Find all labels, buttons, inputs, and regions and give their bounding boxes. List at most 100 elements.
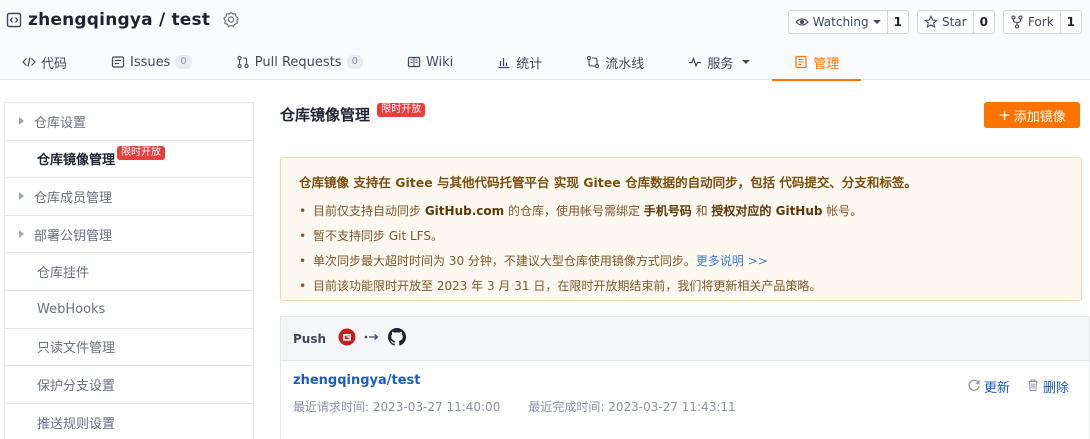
tab-stats[interactable]: 统计 [475,44,564,80]
notice-bold: GitHub.com [424,204,505,218]
delete-mirror-button[interactable]: 删除 [1026,377,1069,396]
sidebar-item-mirror-management[interactable]: 仓库镜像管理 限时开放 [5,141,253,179]
fork-button[interactable]: Fork [1004,11,1060,33]
sidebar-item-push-rules[interactable]: 推送规则设置 [5,404,253,439]
star-button-group[interactable]: Star 0 [916,10,995,34]
notice-lead: 仓库镜像 支持在 Gitee 与其他代码托管平台 实现 Gitee 仓库数据的自… [299,175,917,190]
sidebar-item-readonly-files[interactable]: 只读文件管理 [5,329,253,367]
notice-bold: 授权对应的 GitHub [711,204,823,218]
last-request-value: 2023-03-27 11:40:00 [372,400,501,414]
tab-issues-label: Issues [130,54,171,70]
update-label: 更新 [983,381,1010,396]
notice-list: 目前仅支持自动同步 GitHub.com 的仓库，使用帐号需绑定 手机号码 和 … [299,199,1063,299]
sidebar-item-widgets[interactable]: 仓库挂件 [5,253,253,291]
sidebar-item-protected-branches[interactable]: 保护分支设置 [5,366,253,404]
tab-service[interactable]: 服务 [666,44,772,80]
sidebar-item-label: 仓库挂件 [37,266,90,282]
settings-sidebar: 仓库设置 仓库镜像管理 限时开放 仓库成员管理 部署公钥管理 仓库挂件 WebH… [4,102,254,439]
watch-label: Watching [812,15,869,29]
tab-manage-label: 管理 [813,56,840,72]
fork-count[interactable]: 1 [1059,11,1081,33]
tab-stats-label: 统计 [516,56,543,72]
tab-pipeline[interactable]: 流水线 [564,44,666,80]
more-info-link[interactable]: 更多说明 >> [696,254,768,268]
pull-request-icon [236,55,250,69]
recommended-badge-icon[interactable] [222,11,240,29]
add-mirror-label: 添加镜像 [1013,109,1066,125]
watch-button[interactable]: Watching [789,11,887,33]
eye-icon [794,15,809,29]
watch-button-group[interactable]: Watching 1 [787,10,909,34]
add-mirror-button[interactable]: + 添加镜像 [984,102,1080,128]
code-icon [22,55,36,69]
tab-wiki-label: Wiki [425,54,454,70]
sidebar-item-label: 只读文件管理 [37,341,116,357]
trash-icon [1026,378,1040,396]
mirror-notice: 仓库镜像 支持在 Gitee 与其他代码托管平台 实现 Gitee 仓库数据的自… [280,157,1082,301]
caret-right-icon [19,230,24,239]
delete-label: 删除 [1042,381,1069,396]
tab-pull-requests[interactable]: Pull Requests 0 [214,44,385,80]
chevron-down-icon [742,60,751,64]
wiki-icon [407,55,421,69]
notice-text: 目前该功能限时开放至 2023 年 3 月 31 日，在限时开放期结束前，我们将… [313,279,822,293]
limited-open-badge: 限时开放 [117,145,166,160]
stats-icon [497,55,511,69]
sidebar-item-label: 仓库成员管理 [34,190,113,206]
mirror-repo-link[interactable]: zhengqingya/test [293,373,1077,388]
tab-manage[interactable]: 管理 [772,44,862,81]
notice-bold: 手机号码 [643,204,692,218]
notice-text: 帐号。 [822,204,863,218]
chevron-down-icon [872,20,881,24]
last-done-label: 最近完成时间: [528,400,605,414]
arrow-right-icon [364,331,380,346]
sidebar-item-label: 仓库镜像管理 [37,153,116,169]
notice-item: 目前该功能限时开放至 2023 年 3 月 31 日，在限时开放期结束前，我们将… [299,274,1063,299]
tab-issues[interactable]: Issues 0 [89,44,214,80]
tab-pull-requests-label: Pull Requests [254,54,342,70]
star-button[interactable]: Star [918,11,973,33]
sidebar-item-label: 部署公钥管理 [34,228,113,244]
gitee-logo-icon [338,328,356,350]
sidebar-item-repo-settings[interactable]: 仓库设置 [5,103,253,141]
pipeline-icon [586,55,600,69]
notice-text: 目前仅支持自动同步 [313,204,425,218]
notice-text: 暂不支持同步 Git LFS。 [313,229,443,243]
mirror-operations: 更新 删除 [967,377,1069,396]
sidebar-item-label: 仓库设置 [34,115,87,131]
fork-icon [1010,15,1024,29]
repository-icon [6,12,22,28]
tab-code[interactable]: 代码 [0,44,89,80]
notice-item: 目前仅支持自动同步 GitHub.com 的仓库，使用帐号需绑定 手机号码 和 … [299,199,1063,224]
repo-header: zhengqingya / test Watching 1 Star 0 For… [0,0,1090,81]
limited-open-badge: 限时开放 [377,103,426,117]
sidebar-item-deploy-keys[interactable]: 部署公钥管理 [5,216,253,254]
refresh-icon [967,378,981,396]
tab-pull-requests-count: 0 [346,55,363,69]
tab-issues-count: 0 [175,55,192,69]
tab-code-label: 代码 [41,56,68,72]
update-mirror-button[interactable]: 更新 [967,377,1010,396]
page-title-text: 仓库镜像管理 [280,106,371,124]
watch-count[interactable]: 1 [886,11,908,33]
caret-right-icon [19,117,24,126]
sidebar-item-members[interactable]: 仓库成员管理 [5,178,253,216]
repo-title: zhengqingya / test [6,8,240,32]
github-logo-icon [388,327,407,350]
notice-item: 单次同步最大超时时间为 30 分钟，不建议大型仓库使用镜像方式同步。更多说明 >… [299,249,1063,274]
fork-button-group[interactable]: Fork 1 [1002,10,1082,34]
star-count[interactable]: 0 [972,11,994,33]
page-title: 仓库镜像管理 限时开放 [280,103,426,125]
mirror-entry: Push zhengqingya/test 最近请求时间: 2023-03-27… [280,316,1090,439]
sidebar-item-webhooks[interactable]: WebHooks [5,291,253,329]
tab-pipeline-label: 流水线 [605,56,645,72]
sidebar-item-label: 推送规则设置 [37,416,116,432]
last-request-label: 最近请求时间: [293,400,370,414]
repo-tabs: 代码 Issues 0 Pull Requests 0 Wiki 统计 流水线 … [0,44,862,81]
tab-wiki[interactable]: Wiki [385,44,475,80]
sidebar-item-label: WebHooks [37,301,106,317]
sidebar-item-label: 保护分支设置 [37,378,116,394]
repo-name[interactable]: zhengqingya / test [28,10,210,30]
star-label: Star [941,15,967,29]
notice-text: 的仓库，使用帐号需绑定 [504,204,644,218]
